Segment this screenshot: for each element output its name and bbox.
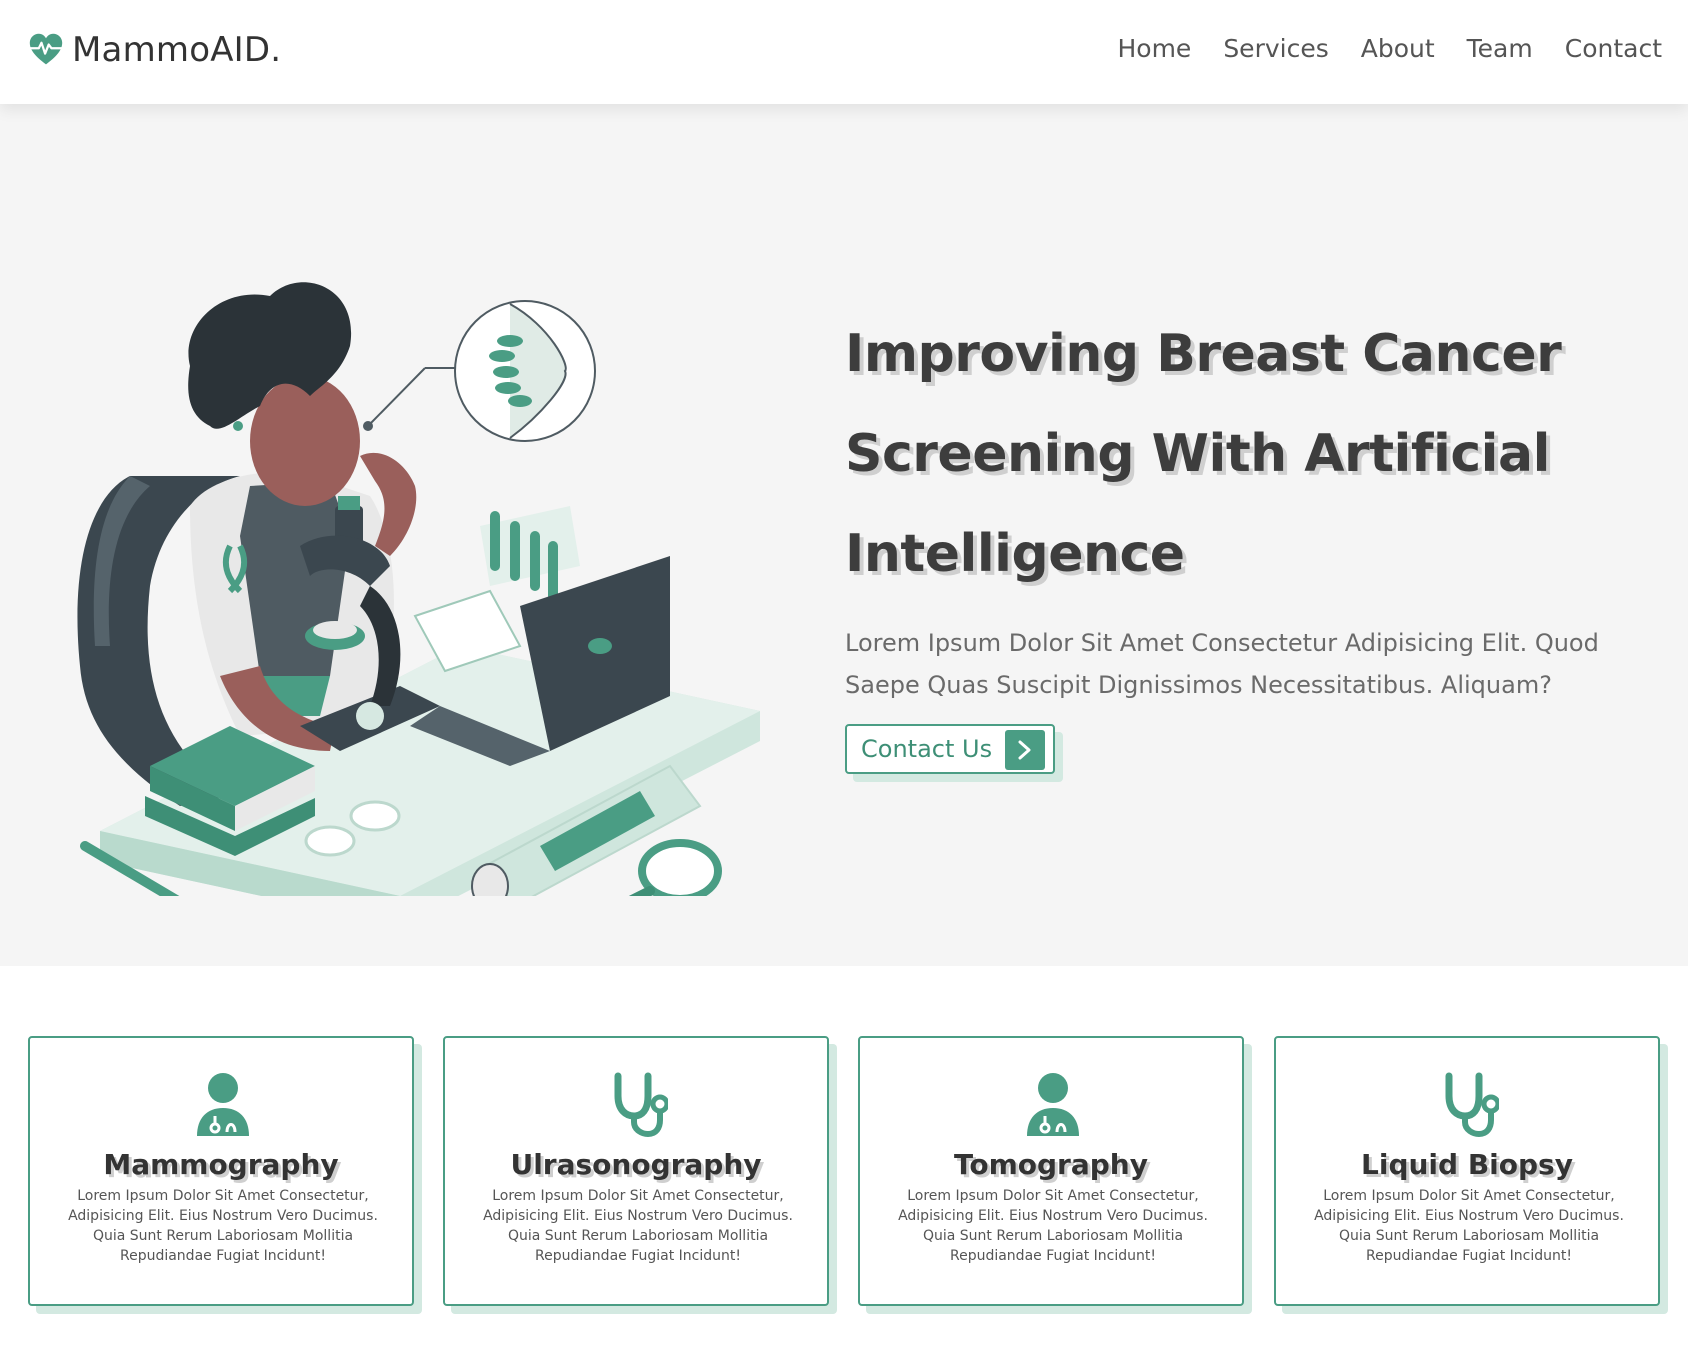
chevron-right-icon xyxy=(1005,730,1045,770)
stethoscope-icon xyxy=(614,1072,668,1138)
hero-title-line-3: Intelligence xyxy=(845,524,1185,584)
hero-title-line-2: Screening With Artificial xyxy=(845,424,1550,484)
service-title: Mammography xyxy=(103,1148,339,1181)
site-header: MammoAID. Home Services About Team Conta… xyxy=(0,0,1688,104)
service-card-mammography[interactable]: Mammography Lorem Ipsum Dolor Sit Amet C… xyxy=(28,1036,414,1306)
service-description: Lorem Ipsum Dolor Sit Amet Consectetur, … xyxy=(898,1188,1208,1264)
stethoscope-icon xyxy=(1445,1072,1499,1138)
hero-text: Improving Breast Cancer Screening With A… xyxy=(845,304,1665,774)
service-card-ultrasonography[interactable]: Ulrasonography Lorem Ipsum Dolor Sit Ame… xyxy=(443,1036,829,1306)
service-title: Tomography xyxy=(953,1148,1148,1181)
hero-description: Lorem Ipsum Dolor Sit Amet Consectetur A… xyxy=(845,629,1599,699)
hero-title: Improving Breast Cancer Screening With A… xyxy=(845,304,1665,604)
nav-contact[interactable]: Contact xyxy=(1565,34,1662,63)
nav-home[interactable]: Home xyxy=(1117,34,1191,63)
service-card-liquid-biopsy[interactable]: Liquid Biopsy Lorem Ipsum Dolor Sit Amet… xyxy=(1274,1036,1660,1306)
nav-services[interactable]: Services xyxy=(1223,34,1328,63)
user-doctor-icon xyxy=(197,1073,249,1136)
brand-name: MammoAID. xyxy=(72,30,282,70)
brand-logo[interactable]: MammoAID. xyxy=(28,30,281,70)
service-card-tomography[interactable]: Tomography Lorem Ipsum Dolor Sit Amet Co… xyxy=(858,1036,1244,1306)
user-doctor-icon xyxy=(1027,1073,1079,1136)
service-description: Lorem Ipsum Dolor Sit Amet Consectetur, … xyxy=(483,1188,793,1264)
contact-us-button[interactable]: Contact Us xyxy=(845,724,1055,774)
nav-about[interactable]: About xyxy=(1361,34,1435,63)
hero-title-line-1: Improving Breast Cancer xyxy=(845,324,1562,384)
doctor-with-microscope-illustration xyxy=(77,282,760,896)
service-title: Liquid Biopsy xyxy=(1361,1148,1573,1181)
service-description: Lorem Ipsum Dolor Sit Amet Consectetur, … xyxy=(68,1188,378,1264)
services-cards: Mammography Lorem Ipsum Dolor Sit Amet C… xyxy=(28,1036,1660,1306)
contact-us-label: Contact Us xyxy=(861,735,993,763)
heartbeat-icon xyxy=(29,33,63,65)
service-title: Ulrasonography xyxy=(510,1148,762,1181)
nav-team[interactable]: Team xyxy=(1467,34,1533,63)
hero-section: Improving Breast Cancer Screening With A… xyxy=(0,104,1688,966)
service-description: Lorem Ipsum Dolor Sit Amet Consectetur, … xyxy=(1314,1188,1624,1264)
main-nav: Home Services About Team Contact xyxy=(1117,34,1662,63)
